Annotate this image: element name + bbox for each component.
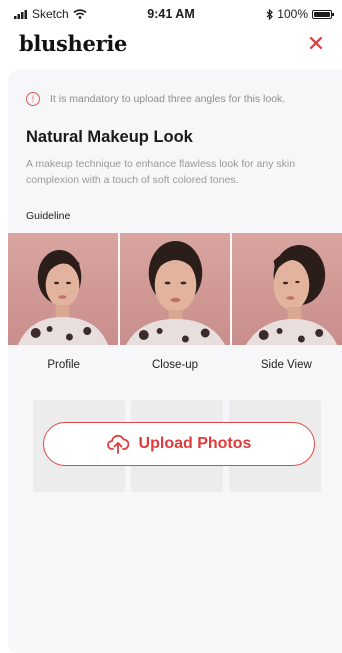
battery-percent: 100% — [277, 7, 308, 21]
status-bar: Sketch 9:41 AM 100% — [0, 0, 342, 26]
app-header: blusherie ✕ — [0, 26, 342, 70]
guideline-label: Guideline — [26, 210, 71, 222]
content-sheet: ! It is mandatory to upload three angles… — [8, 70, 342, 653]
upload-photos-button[interactable]: Upload Photos — [43, 422, 315, 466]
photo-captions: Profile Close-up Side View — [8, 359, 342, 371]
look-title: Natural Makeup Look — [26, 128, 193, 146]
caption-close-up: Close-up — [151, 359, 198, 371]
notice-text: It is mandatory to upload three angles f… — [50, 93, 286, 105]
battery-icon — [312, 9, 334, 19]
guideline-photos — [8, 233, 342, 345]
cloud-upload-icon — [106, 434, 129, 454]
look-description: A makeup technique to enhance flawless l… — [26, 158, 296, 186]
caption-side-view: Side View — [260, 359, 312, 371]
guideline-photo-side-view — [232, 233, 342, 345]
upload-photos-label: Upload Photos — [138, 435, 252, 452]
info-icon: ! — [26, 92, 40, 106]
caption-profile: Profile — [47, 359, 80, 371]
close-button[interactable]: ✕ — [304, 32, 328, 56]
guideline-photo-closeup — [120, 233, 230, 345]
battery-indicator: 100% — [266, 7, 334, 21]
mandatory-notice: ! It is mandatory to upload three angles… — [26, 92, 285, 106]
guideline-photo-profile — [8, 233, 118, 345]
brand-logo: blusherie — [19, 31, 128, 56]
bluetooth-icon — [266, 8, 274, 20]
